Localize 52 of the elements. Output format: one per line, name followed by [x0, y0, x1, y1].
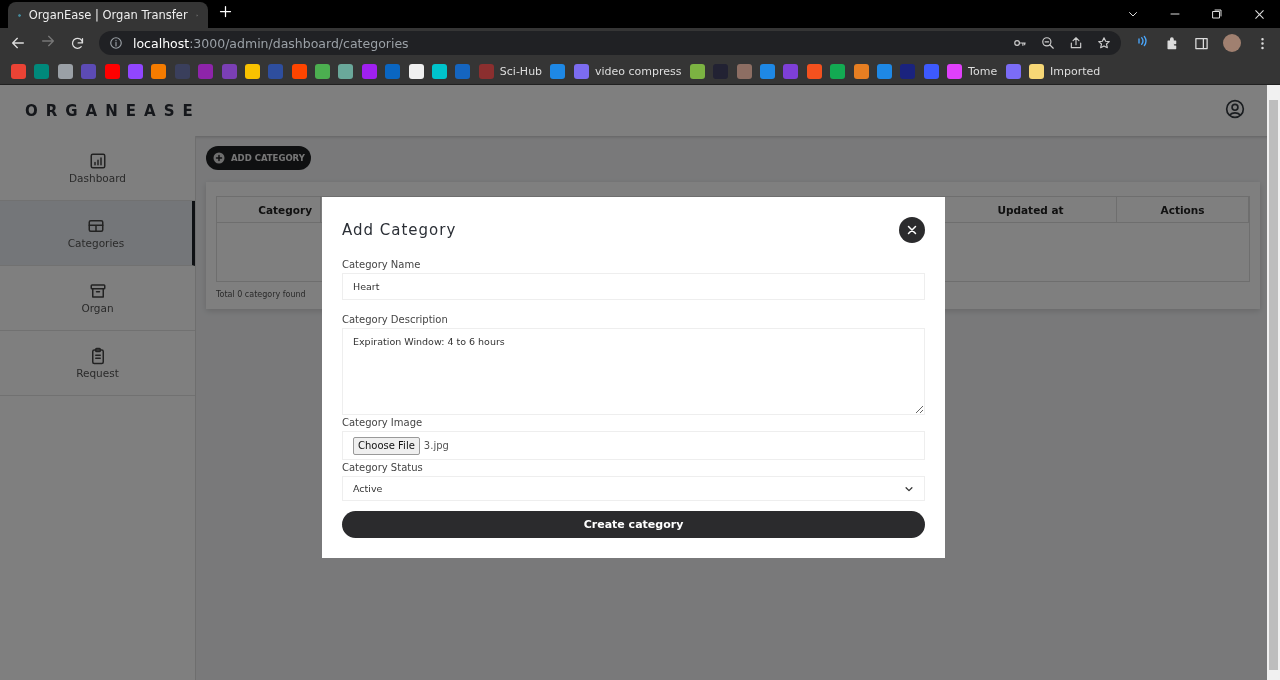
- bookmark[interactable]: Imported: [1028, 63, 1101, 79]
- column-header: Actions: [1117, 197, 1249, 223]
- column-header: Category: [217, 197, 321, 223]
- bookmark-icon[interactable]: [151, 63, 167, 79]
- add-category-button[interactable]: ADD CATEGORY: [206, 146, 311, 170]
- table-icon: [87, 217, 105, 235]
- result-count: Total 0 category found: [216, 290, 307, 299]
- bookmark-icon[interactable]: [689, 63, 705, 79]
- bookmark-icon[interactable]: [338, 63, 354, 79]
- archive-icon: [88, 282, 107, 300]
- share-icon[interactable]: [1069, 36, 1083, 50]
- field-label: Category Description: [342, 314, 449, 325]
- choose-file-button[interactable]: Choose File: [353, 436, 420, 455]
- field-label: Category Status: [342, 462, 424, 473]
- avatar[interactable]: [1223, 34, 1241, 52]
- name-field[interactable]: Heart: [342, 273, 925, 300]
- sidebar-item[interactable]: Organ: [0, 266, 195, 331]
- star-icon[interactable]: [1097, 36, 1111, 50]
- status-dropdown[interactable]: Active: [342, 476, 925, 501]
- bookmark-icon[interactable]: [408, 63, 424, 79]
- create-category-button[interactable]: Create category: [342, 511, 925, 538]
- bookmark[interactable]: Tome: [947, 63, 998, 79]
- description-field[interactable]: Expiration Window: 4 to 6 hours: [342, 328, 925, 415]
- file-name: 3.jpg: [423, 440, 449, 451]
- user-icon[interactable]: [1225, 98, 1245, 119]
- brand-logo: ORGANEASE: [25, 101, 201, 120]
- chart-icon: [88, 152, 107, 170]
- back-icon[interactable]: [10, 35, 26, 51]
- forward-icon[interactable]: [40, 33, 56, 49]
- browser-tab[interactable]: OrganEase | Organ Transfer: [8, 2, 208, 28]
- bookmark-icon[interactable]: [853, 63, 869, 79]
- bookmark-icon[interactable]: [432, 63, 448, 79]
- bookmark-icon[interactable]: [57, 63, 73, 79]
- dialog-title: Add Category: [342, 221, 457, 239]
- reload-icon[interactable]: [70, 35, 85, 51]
- plus-circle-icon: [213, 152, 225, 164]
- bookmark-icon[interactable]: [244, 63, 260, 79]
- sidebar-icon[interactable]: [1194, 35, 1209, 51]
- restore-icon[interactable]: [1211, 8, 1223, 20]
- close-button[interactable]: [899, 217, 925, 243]
- field-label: Category Name: [342, 259, 422, 270]
- plus-icon[interactable]: [218, 4, 233, 19]
- zoom-out-icon[interactable]: [1041, 36, 1055, 50]
- scrollbar[interactable]: [1267, 85, 1280, 680]
- bookmark[interactable]: Sci-Hub: [478, 63, 543, 79]
- bookmark-icon[interactable]: [315, 63, 331, 79]
- field-label: Category Image: [342, 417, 424, 428]
- address-bar[interactable]: localhost:3000/admin/dashboard/categories: [99, 31, 1121, 55]
- bookmark[interactable]: video compress: [573, 63, 682, 79]
- info-icon[interactable]: [109, 36, 123, 50]
- sidebar-item[interactable]: Request: [0, 331, 195, 396]
- file-field[interactable]: Choose File 3.jpg: [342, 431, 925, 460]
